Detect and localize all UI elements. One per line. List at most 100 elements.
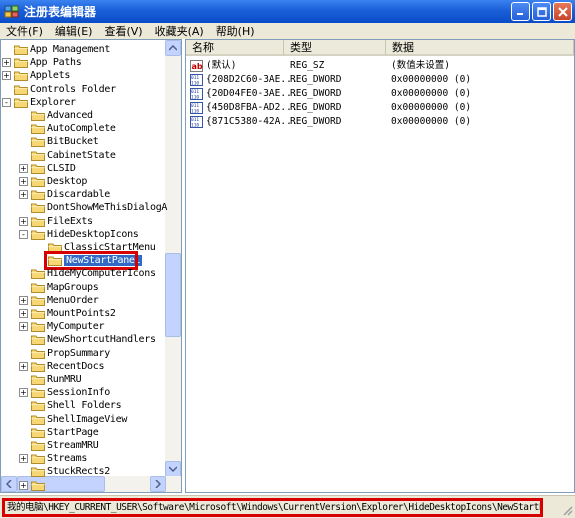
- column-header-data[interactable]: 数据: [386, 40, 574, 56]
- tree-item[interactable]: + Applets: [2, 69, 70, 82]
- resize-grip-icon[interactable]: [561, 504, 573, 516]
- menu-help[interactable]: 帮助(H): [210, 23, 261, 39]
- value-name: {871C5380-42A...: [206, 116, 298, 127]
- value-row[interactable]: 011 110 {871C5380-42A... REG_DWORD 0x0000000…: [186, 115, 575, 129]
- tree-item[interactable]: Advanced: [31, 109, 93, 122]
- tree-item[interactable]: + MenuOrder: [19, 294, 99, 307]
- close-button[interactable]: [553, 2, 572, 21]
- scroll-down-button[interactable]: [165, 461, 181, 477]
- tree-item[interactable]: HideMyComputerIcons: [31, 267, 156, 280]
- tree-item[interactable]: - Explorer: [2, 96, 76, 109]
- scroll-right-button[interactable]: [150, 476, 166, 492]
- tree-item-label: PropSummary: [47, 347, 110, 359]
- tree-item[interactable]: App Management: [14, 43, 110, 56]
- expand-icon[interactable]: +: [19, 163, 28, 173]
- menu-view[interactable]: 查看(V): [98, 23, 148, 39]
- value-row[interactable]: 011 110 {450D8FBA-AD2... REG_DWORD 0x0000000…: [186, 101, 575, 115]
- value-name: {208D2C60-3AE...: [206, 74, 298, 85]
- expand-icon[interactable]: +: [19, 309, 28, 318]
- collapse-icon[interactable]: -: [19, 229, 28, 239]
- tree-item[interactable]: + CLSID: [19, 162, 76, 175]
- column-header-name[interactable]: 名称: [186, 40, 284, 56]
- value-row[interactable]: ab (默认) REG_SZ (数值未设置): [186, 59, 575, 73]
- tree-item[interactable]: RunMRU: [31, 373, 82, 386]
- column-header-type[interactable]: 类型: [284, 40, 386, 56]
- tree-item[interactable]: DontShowMeThisDialogA: [31, 201, 167, 214]
- collapse-icon[interactable]: -: [2, 97, 11, 107]
- tree-item[interactable]: Shell Folders: [31, 399, 122, 412]
- expand-icon[interactable]: +: [19, 454, 28, 464]
- tree-scroll-thumb[interactable]: [165, 253, 181, 337]
- expand-icon[interactable]: +: [19, 388, 28, 398]
- tree-item[interactable]: NewShortcutHandlers: [31, 333, 156, 346]
- expand-icon[interactable]: +: [2, 71, 11, 81]
- menu-edit[interactable]: 编辑(E): [49, 23, 99, 39]
- tree-item[interactable]: + SessionInfo: [19, 386, 110, 399]
- maximize-button[interactable]: [532, 2, 551, 21]
- tree-item[interactable]: - HideDesktopIcons: [19, 228, 139, 241]
- tree-item[interactable]: + MyComputer: [19, 320, 105, 333]
- string-value-icon: ab: [190, 60, 203, 72]
- tree-item[interactable]: Controls Folder: [14, 83, 116, 96]
- folder-icon: [14, 58, 28, 69]
- tree-item[interactable]: + Streams: [19, 452, 87, 465]
- tree-item-label: NewShortcutHandlers: [47, 334, 156, 346]
- binary-value-icon: 011110: [190, 88, 203, 100]
- tree-item[interactable]: BitBucket: [31, 135, 99, 148]
- folder-icon: [31, 296, 45, 306]
- menu-file[interactable]: 文件(F): [0, 23, 49, 39]
- menu-favorites[interactable]: 收藏夹(A): [149, 23, 210, 39]
- value-name: {20D04FE0-3AE...: [206, 88, 298, 99]
- scroll-up-button[interactable]: [165, 40, 181, 56]
- expand-icon[interactable]: +: [19, 480, 28, 490]
- value-type: REG_DWORD: [290, 102, 342, 113]
- tree-item[interactable]: + RecentDocs: [19, 360, 105, 373]
- tree-item[interactable]: StuckRects2: [31, 465, 110, 478]
- window-title: 注册表编辑器: [24, 5, 97, 19]
- status-bar: 我的电脑\HKEY_CURRENT_USER\Software\Microsof…: [0, 495, 575, 518]
- tree-item-label: CLSID: [47, 162, 76, 174]
- expand-icon[interactable]: +: [2, 58, 11, 68]
- expand-icon[interactable]: +: [19, 295, 28, 305]
- minimize-button[interactable]: [511, 2, 530, 21]
- folder-icon: [14, 45, 28, 55]
- tree-item[interactable]: StartPage: [31, 426, 99, 439]
- registry-tree[interactable]: App Management + App Paths + Applets Controls…: [0, 39, 182, 493]
- expand-icon[interactable]: +: [19, 322, 28, 332]
- value-data: 0x00000000 (0): [391, 74, 472, 85]
- values-list[interactable]: 名称 类型 数据 ab (默认) REG_SZ (数值未设置) 011 110 {208D2…: [185, 39, 575, 493]
- svg-text:011: 011: [191, 117, 199, 123]
- close-icon: [557, 6, 568, 17]
- tree-item[interactable]: + Discardable: [19, 188, 110, 201]
- expand-icon[interactable]: +: [19, 216, 28, 226]
- title-bar[interactable]: 注册表编辑器: [0, 0, 575, 23]
- tree-item[interactable]: CabinetState: [31, 149, 116, 162]
- value-name: (默认): [206, 60, 237, 71]
- tree-item[interactable]: + App Paths: [2, 56, 82, 69]
- expand-icon[interactable]: +: [19, 190, 28, 200]
- folder-icon: [31, 309, 45, 319]
- arrow-left-icon: [6, 480, 12, 488]
- tree-item-label: Explorer: [30, 96, 76, 108]
- value-row[interactable]: 011 110 {20D04FE0-3AE... REG_DWORD 0x0000000…: [186, 87, 575, 101]
- tree-vertical-scrollbar[interactable]: [165, 40, 181, 477]
- folder-icon: [14, 98, 28, 108]
- tree-item[interactable]: AutoComplete: [31, 122, 116, 135]
- tree-item-label: RunMRU: [47, 374, 82, 385]
- tree-item[interactable]: MapGroups: [31, 281, 99, 294]
- folder-icon: [31, 283, 45, 293]
- tree-item[interactable]: + Desktop: [19, 175, 87, 188]
- binary-value-icon: 011110: [190, 74, 203, 86]
- tree-item[interactable]: PropSummary: [31, 347, 110, 360]
- expand-icon[interactable]: +: [19, 361, 28, 371]
- tree-item-label: App Paths: [30, 57, 82, 69]
- tree-item[interactable]: + FileExts: [19, 215, 93, 228]
- expand-icon[interactable]: +: [19, 177, 28, 186]
- scroll-left-button[interactable]: [1, 476, 17, 492]
- tree-item[interactable]: StreamMRU: [31, 439, 99, 452]
- tree-item[interactable]: + MountPoints2: [19, 307, 116, 320]
- tree-item[interactable]: +: [19, 479, 47, 492]
- tree-item-label: Advanced: [47, 110, 93, 121]
- value-row[interactable]: 011 110 {208D2C60-3AE... REG_DWORD 0x0000000…: [186, 73, 575, 87]
- tree-item[interactable]: ShellImageView: [31, 413, 127, 426]
